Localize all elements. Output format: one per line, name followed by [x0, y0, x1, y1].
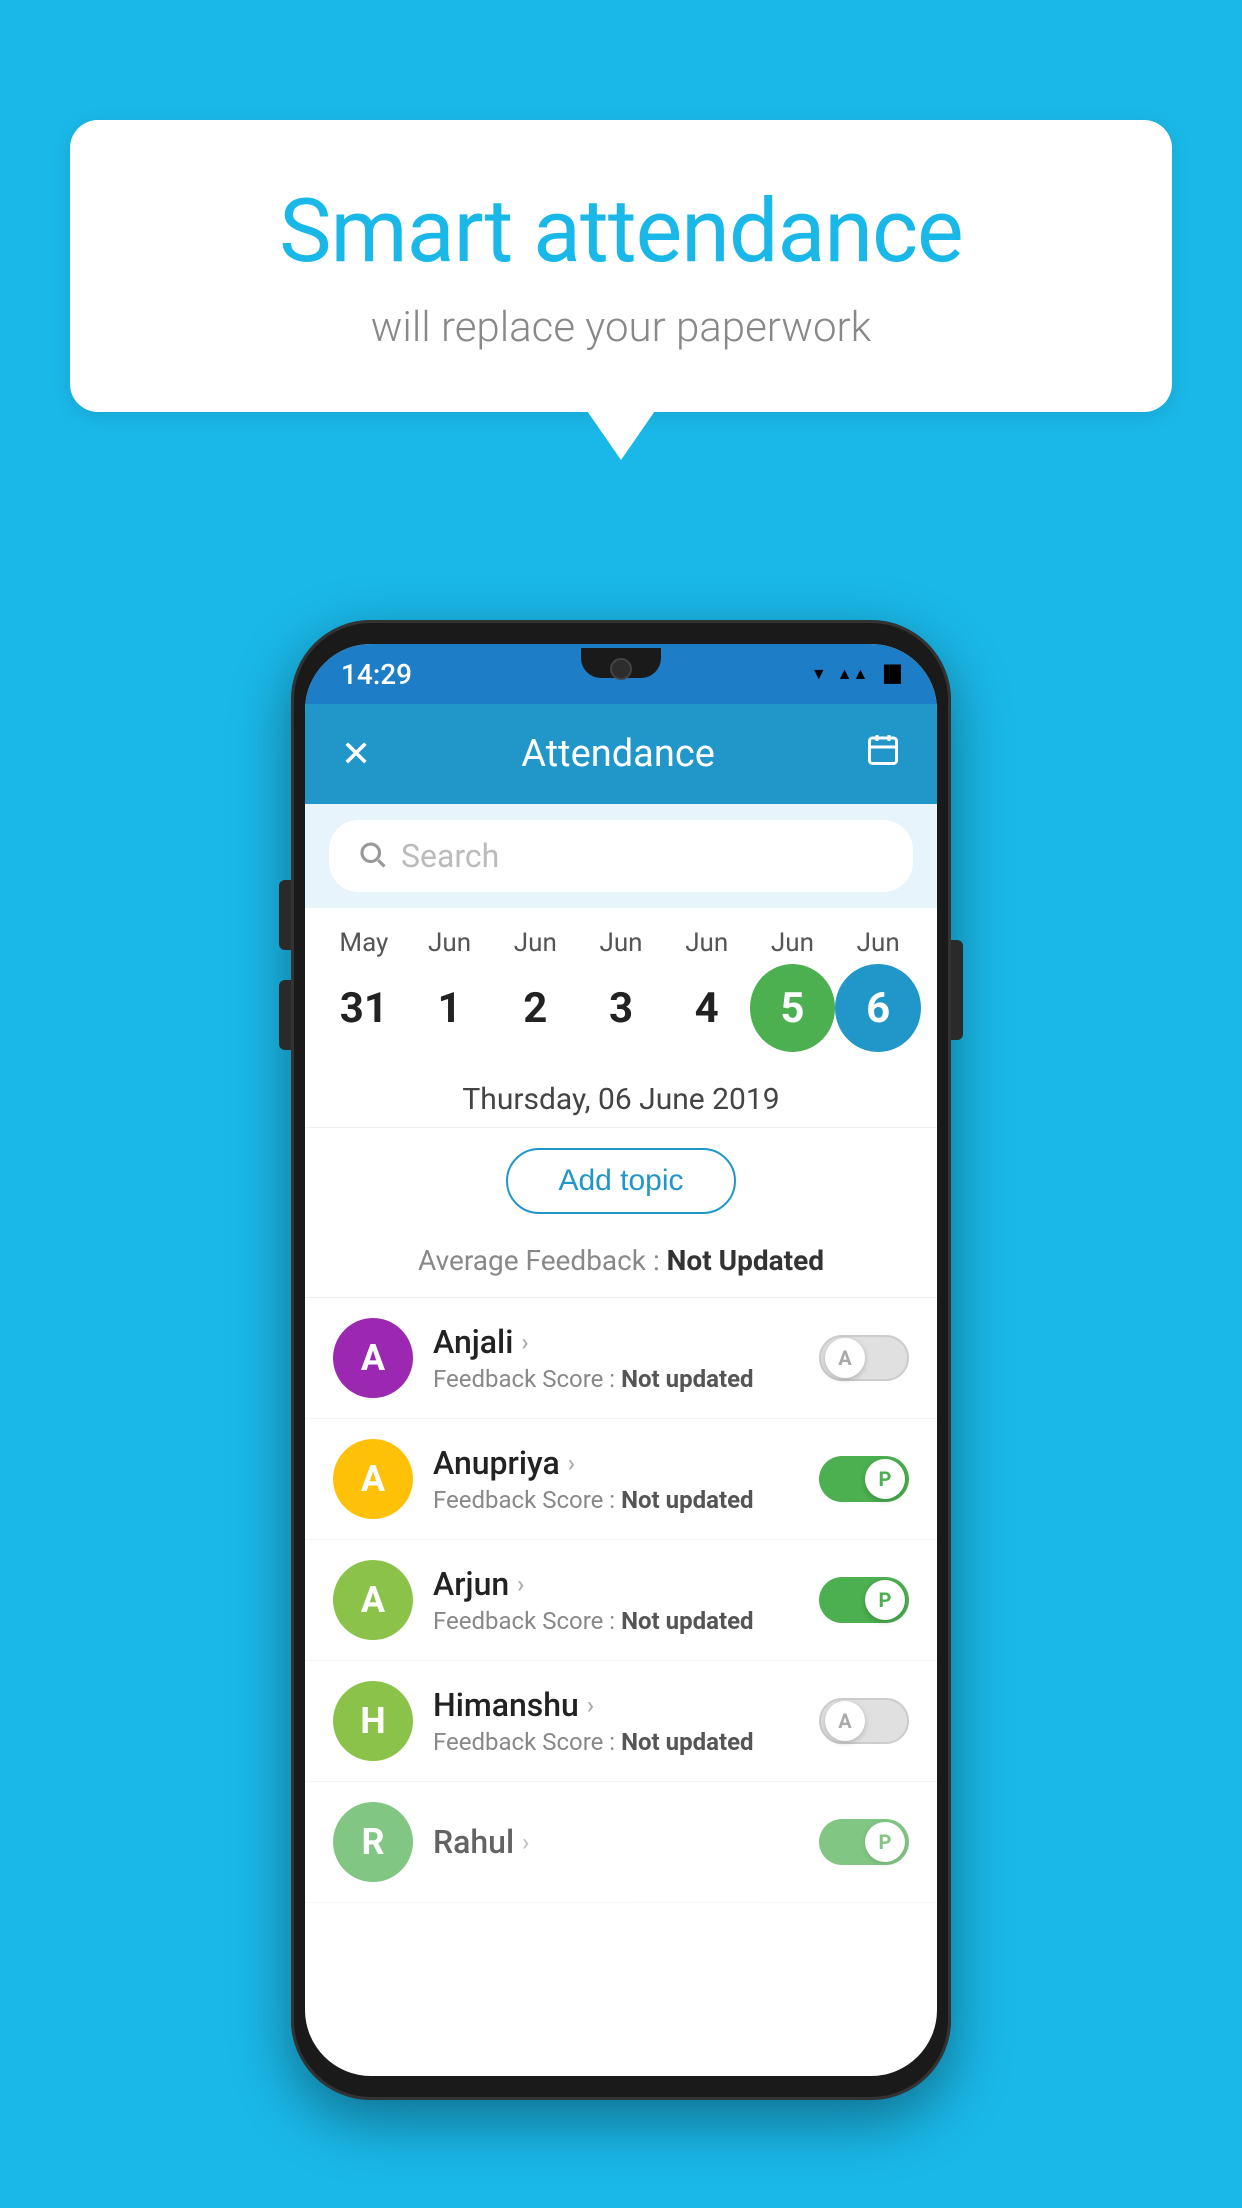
- student-info-anupriya: Anupriya › Feedback Score : Not updated: [433, 1444, 799, 1514]
- app-header: ✕ Attendance: [305, 704, 937, 804]
- cal-date-0[interactable]: 31: [321, 964, 407, 1052]
- cal-month-3[interactable]: Jun: [578, 928, 664, 958]
- feedback-label: Average Feedback :: [418, 1244, 667, 1277]
- toggle-knob-anupriya: P: [865, 1459, 905, 1499]
- search-bar[interactable]: Search: [329, 820, 913, 892]
- attendance-toggle-rahul[interactable]: P: [819, 1819, 909, 1865]
- student-feedback-anupriya: Feedback Score : Not updated: [433, 1486, 799, 1514]
- cal-date-2[interactable]: 2: [492, 964, 578, 1052]
- bubble-title: Smart attendance: [150, 180, 1092, 283]
- avatar-arjun: A: [333, 1560, 413, 1640]
- phone-frame: 14:29 ▼ ▲▲ ▐█ ✕ Attendance: [291, 620, 951, 2100]
- search-icon: [357, 839, 387, 873]
- chevron-icon: ›: [568, 1449, 575, 1477]
- wifi-icon: ▼: [811, 664, 827, 684]
- search-input-placeholder[interactable]: Search: [401, 837, 499, 875]
- phone-camera: [610, 658, 632, 680]
- cal-month-6[interactable]: Jun: [835, 928, 921, 958]
- cal-month-4[interactable]: Jun: [664, 928, 750, 958]
- phone-screen: 14:29 ▼ ▲▲ ▐█ ✕ Attendance: [305, 644, 937, 2076]
- avatar-rahul: R: [333, 1802, 413, 1882]
- signal-icon: ▲▲: [837, 664, 869, 684]
- close-button[interactable]: ✕: [341, 733, 371, 775]
- cal-date-3[interactable]: 3: [578, 964, 664, 1052]
- cal-month-0[interactable]: May: [321, 928, 407, 958]
- phone-notch: [581, 648, 661, 678]
- student-item-himanshu[interactable]: H Himanshu › Feedback Score : Not update…: [305, 1661, 937, 1782]
- student-item-anjali[interactable]: A Anjali › Feedback Score : Not updated …: [305, 1298, 937, 1419]
- attendance-toggle-arjun[interactable]: P: [819, 1577, 909, 1623]
- selected-date-label: Thursday, 06 June 2019: [305, 1062, 937, 1128]
- toggle-knob-himanshu: A: [825, 1701, 865, 1741]
- student-item-arjun[interactable]: A Arjun › Feedback Score : Not updated P: [305, 1540, 937, 1661]
- student-feedback-anjali: Feedback Score : Not updated: [433, 1365, 799, 1393]
- bubble-subtitle: will replace your paperwork: [150, 303, 1092, 352]
- battery-icon: ▐█: [878, 664, 901, 684]
- add-topic-container: Add topic: [305, 1128, 937, 1234]
- student-item-anupriya[interactable]: A Anupriya › Feedback Score : Not update…: [305, 1419, 937, 1540]
- chevron-icon: ›: [521, 1328, 528, 1356]
- cal-date-6[interactable]: 6: [835, 964, 921, 1052]
- student-feedback-arjun: Feedback Score : Not updated: [433, 1607, 799, 1635]
- student-name-rahul: Rahul ›: [433, 1823, 799, 1861]
- speech-bubble: Smart attendance will replace your paper…: [70, 120, 1172, 412]
- toggle-knob-rahul: P: [865, 1822, 905, 1862]
- toggle-knob-anjali: A: [825, 1338, 865, 1378]
- add-topic-button[interactable]: Add topic: [506, 1148, 735, 1214]
- student-name-himanshu: Himanshu ›: [433, 1686, 799, 1724]
- chevron-icon: ›: [522, 1828, 529, 1856]
- student-name-anjali: Anjali ›: [433, 1323, 799, 1361]
- student-feedback-himanshu: Feedback Score : Not updated: [433, 1728, 799, 1756]
- feedback-value: Not Updated: [667, 1244, 824, 1277]
- phone-wrapper: 14:29 ▼ ▲▲ ▐█ ✕ Attendance: [291, 620, 951, 2100]
- calendar-icon[interactable]: [865, 732, 901, 777]
- feedback-summary: Average Feedback : Not Updated: [305, 1234, 937, 1298]
- toggle-knob-arjun: P: [865, 1580, 905, 1620]
- student-info-rahul: Rahul ›: [433, 1823, 799, 1861]
- student-name-arjun: Arjun ›: [433, 1565, 799, 1603]
- attendance-toggle-himanshu[interactable]: A: [819, 1698, 909, 1744]
- calendar-dates: 31 1 2 3 4 5 6: [305, 964, 937, 1052]
- student-info-arjun: Arjun › Feedback Score : Not updated: [433, 1565, 799, 1635]
- cal-date-1[interactable]: 1: [407, 964, 493, 1052]
- student-info-anjali: Anjali › Feedback Score : Not updated: [433, 1323, 799, 1393]
- cal-month-2[interactable]: Jun: [492, 928, 578, 958]
- status-time: 14:29: [341, 658, 412, 691]
- page-title: Attendance: [521, 732, 715, 776]
- calendar-months: May Jun Jun Jun Jun Jun Jun: [305, 928, 937, 958]
- avatar-anjali: A: [333, 1318, 413, 1398]
- calendar-section: May Jun Jun Jun Jun Jun Jun 31 1 2 3 4: [305, 908, 937, 1062]
- avatar-himanshu: H: [333, 1681, 413, 1761]
- speech-bubble-container: Smart attendance will replace your paper…: [70, 120, 1172, 412]
- student-list: A Anjali › Feedback Score : Not updated …: [305, 1298, 937, 1903]
- chevron-icon: ›: [587, 1691, 594, 1719]
- attendance-toggle-anupriya[interactable]: P: [819, 1456, 909, 1502]
- student-info-himanshu: Himanshu › Feedback Score : Not updated: [433, 1686, 799, 1756]
- cal-month-1[interactable]: Jun: [407, 928, 493, 958]
- search-bar-container: Search: [305, 804, 937, 908]
- student-item-rahul[interactable]: R Rahul › P: [305, 1782, 937, 1903]
- cal-date-5[interactable]: 5: [750, 964, 836, 1052]
- cal-date-4[interactable]: 4: [664, 964, 750, 1052]
- status-icons: ▼ ▲▲ ▐█: [811, 664, 901, 684]
- chevron-icon: ›: [517, 1570, 524, 1598]
- cal-month-5[interactable]: Jun: [750, 928, 836, 958]
- attendance-toggle-anjali[interactable]: A: [819, 1335, 909, 1381]
- student-name-anupriya: Anupriya ›: [433, 1444, 799, 1482]
- avatar-anupriya: A: [333, 1439, 413, 1519]
